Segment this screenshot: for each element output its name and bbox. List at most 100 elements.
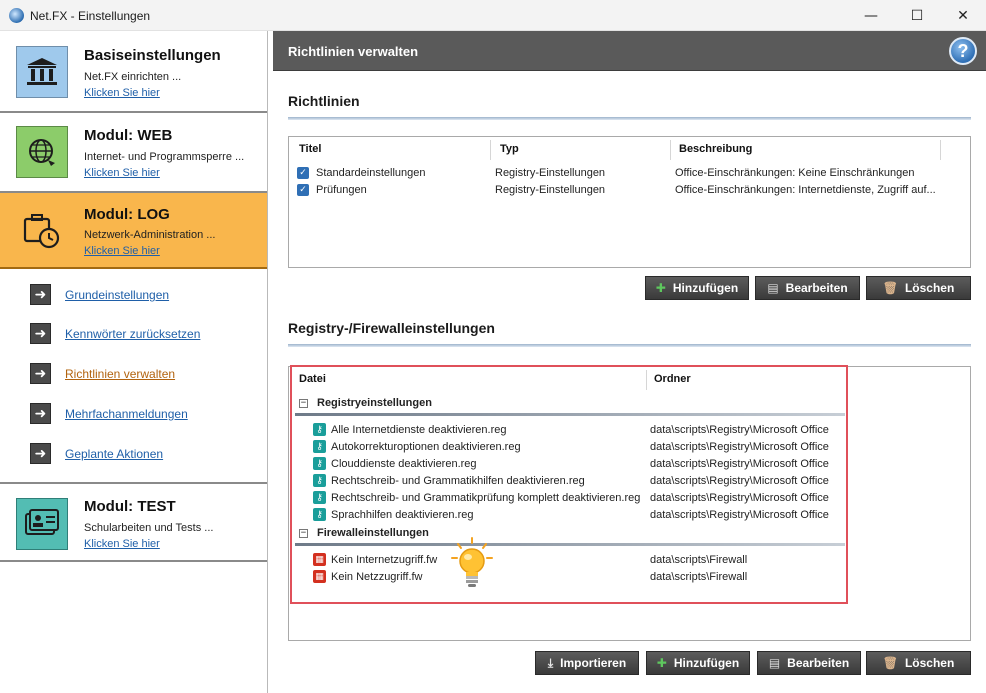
arrow-right-icon: ➜ — [30, 363, 51, 384]
list-item[interactable]: ▦ Kein Internetzugriff.fw data\scripts\F… — [289, 552, 970, 569]
column-header-ordner[interactable]: Ordner — [654, 373, 691, 385]
file-name: Rechtschreib- und Grammatikprüfung kompl… — [331, 492, 641, 504]
policy-title: Standardeinstellungen — [316, 167, 426, 179]
window-title: Net.FX - Einstellungen — [30, 9, 151, 23]
module-description: Internet- und Programmsperre ... — [84, 151, 245, 163]
import-button[interactable]: ⤓ Importieren — [535, 651, 639, 675]
group-label: Firewalleinstellungen — [317, 527, 429, 539]
help-icon[interactable]: ? — [949, 37, 977, 65]
edit-policy-button[interactable]: ▤ Bearbeiten — [755, 276, 860, 300]
lightbulb-icon — [450, 536, 494, 596]
sidebar: Basiseinstellungen Net.FX einrichten ...… — [0, 31, 268, 693]
file-name: Kein Netzzugriff.fw — [331, 571, 423, 583]
section-divider — [288, 344, 971, 347]
globe-icon — [16, 126, 68, 178]
module-description: Net.FX einrichten ... — [84, 71, 182, 83]
module-link[interactable]: Klicken Sie hier — [84, 538, 160, 550]
module-title: Modul: TEST — [84, 498, 176, 515]
sidebar-item-label[interactable]: Richtlinien verwalten — [65, 367, 175, 381]
module-title: Modul: WEB — [84, 127, 173, 144]
checkbox-checked-icon[interactable]: ✓ — [297, 167, 309, 179]
column-header-datei[interactable]: Datei — [299, 373, 326, 385]
column-header-titel[interactable]: Titel — [299, 143, 321, 155]
table-row[interactable]: ✓ Standardeinstellungen Registry-Einstel… — [289, 165, 970, 182]
module-description: Schularbeiten und Tests ... — [84, 522, 214, 534]
module-link[interactable]: Klicken Sie hier — [84, 167, 160, 179]
trash-icon: 🗑 — [882, 281, 898, 295]
firewall-file-icon: ▦ — [313, 570, 326, 583]
registry-file-icon: ⚷ — [313, 508, 326, 521]
list-item[interactable]: ⚷ Rechtschreib- und Grammatikhilfen deak… — [289, 473, 970, 490]
registry-file-icon: ⚷ — [313, 457, 326, 470]
module-test[interactable]: Modul: TEST Schularbeiten und Tests ... … — [0, 482, 267, 562]
file-name: Rechtschreib- und Grammatikhilfen deakti… — [331, 475, 585, 487]
close-button[interactable]: ✕ — [940, 0, 986, 31]
list-item[interactable]: ⚷ Sprachhilfen deaktivieren.reg data\scr… — [289, 507, 970, 524]
page-title: Richtlinien verwalten — [288, 44, 419, 59]
arrow-right-icon: ➜ — [30, 443, 51, 464]
collapse-icon[interactable]: − — [299, 399, 308, 408]
add-policy-button[interactable]: ✚ Hinzufügen — [645, 276, 749, 300]
list-item[interactable]: ⚷ Autokorrekturoptionen deaktivieren.reg… — [289, 439, 970, 456]
folder-path: data\scripts\Firewall — [650, 554, 748, 566]
trash-icon: 🗑 — [882, 656, 898, 670]
file-name: Autokorrekturoptionen deaktivieren.reg — [331, 441, 521, 453]
column-header-typ[interactable]: Typ — [500, 143, 519, 155]
module-link[interactable]: Klicken Sie hier — [84, 87, 160, 99]
button-label: Löschen — [904, 656, 955, 670]
group-divider — [295, 413, 845, 416]
policies-table: Titel Typ Beschreibung ✓ Standardeinstel… — [288, 136, 971, 268]
list-item[interactable]: ⚷ Clouddienste deaktivieren.reg data\scr… — [289, 456, 970, 473]
folder-path: data\scripts\Registry\Microsoft Office — [650, 475, 829, 487]
minimize-button[interactable]: — — [848, 0, 894, 31]
add-file-button[interactable]: ✚ Hinzufügen — [646, 651, 750, 675]
folder-path: data\scripts\Firewall — [650, 571, 748, 583]
group-registry[interactable]: − Registryeinstellungen — [289, 393, 970, 416]
folder-path: data\scripts\Registry\Microsoft Office — [650, 509, 829, 521]
module-log[interactable]: Modul: LOG Netzwerk-Administration ... K… — [0, 193, 267, 269]
folder-path: data\scripts\Registry\Microsoft Office — [650, 424, 829, 436]
module-web[interactable]: Modul: WEB Internet- und Programmsperre … — [0, 113, 267, 193]
policy-description: Office-Einschränkungen: Keine Einschränk… — [675, 167, 915, 179]
button-label: Hinzufügen — [672, 281, 739, 295]
edit-document-icon: ▤ — [767, 281, 779, 295]
file-name: Clouddienste deaktivieren.reg — [331, 458, 477, 470]
arrow-right-icon: ➜ — [30, 284, 51, 305]
table-row[interactable]: ✓ Prüfungen Registry-Einstellungen Offic… — [289, 182, 970, 199]
sidebar-item-label[interactable]: Geplante Aktionen — [65, 447, 163, 461]
registry-file-icon: ⚷ — [313, 474, 326, 487]
column-separator — [646, 370, 647, 390]
delete-policy-button[interactable]: 🗑 Löschen — [866, 276, 971, 300]
maximize-button[interactable]: ☐ — [894, 0, 940, 31]
button-label: Hinzufügen — [673, 656, 740, 670]
edit-file-button[interactable]: ▤ Bearbeiten — [757, 651, 861, 675]
column-header-beschreibung[interactable]: Beschreibung — [679, 143, 752, 155]
firewall-file-icon: ▦ — [313, 553, 326, 566]
delete-file-button[interactable]: 🗑 Löschen — [866, 651, 971, 675]
module-title: Basiseinstellungen — [84, 47, 221, 64]
arrow-right-icon: ➜ — [30, 323, 51, 344]
button-label: Bearbeiten — [785, 281, 848, 295]
policy-title: Prüfungen — [316, 184, 367, 196]
sidebar-item-label[interactable]: Mehrfachanmeldungen — [65, 407, 188, 421]
group-firewall[interactable]: − Firewalleinstellungen — [289, 523, 970, 546]
module-description: Netzwerk-Administration ... — [84, 229, 216, 241]
module-link[interactable]: Klicken Sie hier — [84, 245, 160, 257]
list-item[interactable]: ⚷ Alle Internetdienste deaktivieren.reg … — [289, 422, 970, 439]
list-item[interactable]: ▦ Kein Netzzugriff.fw data\scripts\Firew… — [289, 569, 970, 586]
group-divider — [295, 543, 845, 546]
column-separator — [670, 140, 671, 160]
sidebar-item-label[interactable]: Grundeinstellungen — [65, 288, 169, 302]
column-separator — [490, 140, 491, 160]
folder-path: data\scripts\Registry\Microsoft Office — [650, 458, 829, 470]
button-label: Importieren — [560, 656, 627, 670]
list-item[interactable]: ⚷ Rechtschreib- und Grammatikprüfung kom… — [289, 490, 970, 507]
bank-building-icon — [16, 46, 68, 98]
sidebar-item-label[interactable]: Kennwörter zurücksetzen — [65, 327, 200, 341]
arrow-right-icon: ➜ — [30, 403, 51, 424]
checkbox-checked-icon[interactable]: ✓ — [297, 184, 309, 196]
policy-description: Office-Einschränkungen: Internetdienste,… — [675, 184, 936, 196]
column-separator — [940, 140, 941, 160]
module-basis[interactable]: Basiseinstellungen Net.FX einrichten ...… — [0, 33, 267, 113]
collapse-icon[interactable]: − — [299, 529, 308, 538]
